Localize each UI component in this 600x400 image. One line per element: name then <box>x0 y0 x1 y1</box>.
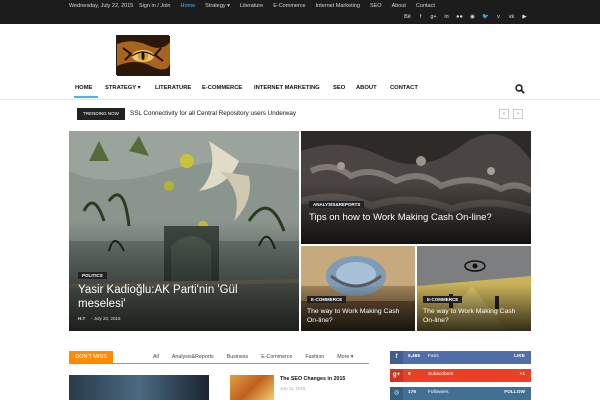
featured-bottom-right-title[interactable]: The way to Work Making Cash On-line? <box>423 307 527 325</box>
featured-top-right-category[interactable]: ANALYSIS&REPORTS <box>309 201 365 208</box>
top-menu-ecommerce[interactable]: E-Commerce <box>273 3 305 9</box>
google-plus-icon: g+ <box>390 369 403 382</box>
top-menu-about[interactable]: About <box>392 3 406 9</box>
facebook-icon: f <box>390 351 403 364</box>
nav-strategy[interactable]: STRATEGY ▾ <box>105 85 141 91</box>
top-menu-home[interactable]: Home <box>181 3 196 9</box>
tab-analysis-reports[interactable]: Analysis&Reports <box>172 354 214 360</box>
search-icon[interactable] <box>515 84 525 94</box>
google-plus-icon[interactable]: g+ <box>428 13 439 22</box>
featured-bottom-left-post[interactable]: E-COMMERCE The way to Work Making Cash O… <box>301 246 415 331</box>
dont-miss-article-title[interactable]: The SEO Changes in 2015 <box>280 376 345 382</box>
site-logo[interactable] <box>116 35 170 76</box>
google-plus-count: 8 <box>408 372 411 377</box>
featured-top-right-post[interactable]: ANALYSIS&REPORTS Tips on how to Work Mak… <box>301 131 531 244</box>
youtube-icon[interactable]: ▶ <box>519 13 530 22</box>
nav-about[interactable]: ABOUT <box>356 85 377 91</box>
instagram-icon: ◎ <box>390 387 403 400</box>
featured-bottom-right-category[interactable]: E-COMMERCE <box>423 296 463 303</box>
facebook-like-button[interactable]: LIKE <box>514 354 525 359</box>
top-menu: Sign in / Join Home Strategy ▾ Literatur… <box>139 3 445 9</box>
facebook-icon[interactable]: f <box>415 13 426 22</box>
trending-next-button[interactable]: › <box>513 109 523 119</box>
featured-main-title[interactable]: Yasir Kadioğlu:AK Parti'nin 'Gül meseles… <box>78 283 278 311</box>
behance-icon[interactable]: Bē <box>402 13 413 22</box>
featured-top-right-title[interactable]: Tips on how to Work Making Cash On-line? <box>309 212 499 224</box>
current-date: Wednesday, July 22, 2015 <box>69 3 134 9</box>
trending-prev-button[interactable]: ‹ <box>499 109 509 119</box>
vimeo-icon[interactable]: v <box>493 13 504 22</box>
top-menu-strategy[interactable]: Strategy ▾ <box>205 3 230 9</box>
trending-headline[interactable]: SSL Connectivity for all Central Reposit… <box>130 110 296 117</box>
tiger-eye-logo-image <box>117 36 170 76</box>
dont-miss-main-thumbnail[interactable] <box>69 375 209 400</box>
featured-bottom-right-post[interactable]: E-COMMERCE The way to Work Making Cash O… <box>417 246 531 331</box>
social-icons: Bē f g+ in ●● ◉ 🐦 v vk ▶ <box>402 13 532 22</box>
dont-miss-article-thumbnail[interactable] <box>230 375 274 400</box>
top-menu-literature[interactable]: Literature <box>240 3 263 9</box>
instagram-label: Followers <box>428 390 449 395</box>
tab-ecommerce[interactable]: E-Commerce <box>261 354 292 360</box>
dont-miss-underline <box>69 363 369 364</box>
nav-contact[interactable]: CONTACT <box>390 85 418 91</box>
top-menu-internet-marketing[interactable]: Internet Marketing <box>316 3 360 9</box>
tab-business[interactable]: Business <box>227 354 249 360</box>
trending-label: TRENDING NOW <box>77 108 125 120</box>
vk-icon[interactable]: vk <box>506 13 517 22</box>
dont-miss-label: DON'T MISS <box>69 351 113 363</box>
google-plus-label: Subscribers <box>428 372 454 377</box>
linkedin-icon[interactable]: in <box>441 13 452 22</box>
sign-in-join-link[interactable]: Sign in / Join <box>139 3 171 9</box>
flickr-icon[interactable]: ●● <box>454 13 465 22</box>
tab-fashion[interactable]: Fashion <box>305 354 324 360</box>
featured-bottom-left-category[interactable]: E-COMMERCE <box>307 296 347 303</box>
instagram-count: 176 <box>408 390 417 395</box>
top-menu-seo[interactable]: SEO <box>370 3 382 9</box>
nav-ecommerce[interactable]: E-COMMERCE <box>202 85 242 91</box>
tab-all[interactable]: All <box>153 354 159 360</box>
nav-literature[interactable]: LITERATURE <box>155 85 191 91</box>
featured-main-date: - July 20, 2016 <box>91 316 121 321</box>
facebook-counter[interactable]: f 5,465 Fans LIKE <box>390 351 531 364</box>
featured-bottom-left-title[interactable]: The way to Work Making Cash On-line? <box>307 307 411 325</box>
instagram-counter[interactable]: ◎ 176 Followers FOLLOW <box>390 387 531 400</box>
nav-home[interactable]: HOME <box>75 85 92 91</box>
facebook-label: Fans <box>428 354 439 359</box>
google-plus-counter[interactable]: g+ 8 Subscribers +1 <box>390 369 531 382</box>
rss-icon[interactable]: ◉ <box>467 13 478 22</box>
top-bar: Wednesday, July 22, 2015 Sign in / Join … <box>0 0 600 24</box>
google-plus-one-button[interactable]: +1 <box>520 372 525 377</box>
main-nav: HOME STRATEGY ▾ LITERATURE E-COMMERCE IN… <box>69 80 531 100</box>
nav-internet-marketing[interactable]: INTERNET MARKETING <box>254 85 320 91</box>
twitter-icon[interactable]: 🐦 <box>480 13 491 22</box>
featured-main-category[interactable]: POLITICS <box>78 272 107 279</box>
dont-miss-article-date: July 11, 2015 <box>280 386 306 391</box>
facebook-count: 5,465 <box>408 354 421 359</box>
top-menu-contact[interactable]: Contact <box>416 3 435 9</box>
featured-main-post[interactable]: POLITICS Yasir Kadioğlu:AK Parti'nin 'Gü… <box>69 131 299 331</box>
featured-main-author: H.T <box>78 316 86 321</box>
tab-more[interactable]: More ▾ <box>337 354 353 360</box>
nav-active-indicator <box>74 96 98 98</box>
dont-miss-tabs: All Analysis&Reports Business E-Commerce… <box>153 354 366 360</box>
nav-seo[interactable]: SEO <box>333 85 345 91</box>
instagram-follow-button[interactable]: FOLLOW <box>504 390 525 395</box>
